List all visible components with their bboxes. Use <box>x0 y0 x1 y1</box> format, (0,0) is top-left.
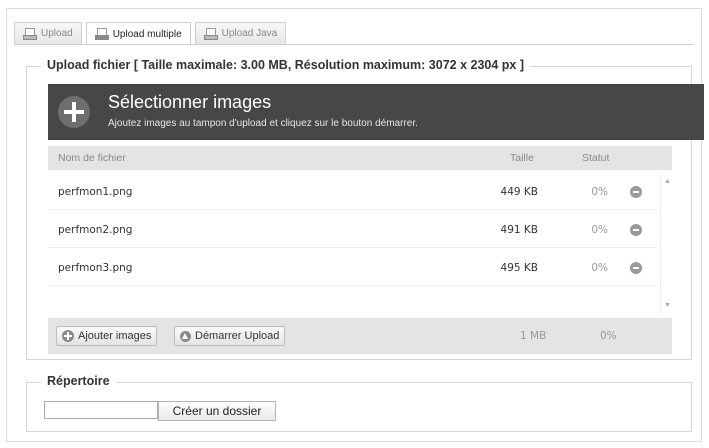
minus-circle-icon[interactable] <box>630 262 642 274</box>
arrow-up-circle-icon <box>180 330 191 342</box>
file-size: 491 KB <box>500 224 538 236</box>
file-status: 0% <box>591 186 608 198</box>
tab-upload[interactable]: Upload <box>14 22 82 44</box>
file-name: perfmon1.png <box>58 186 133 198</box>
column-header-name: Nom de fichier <box>58 152 126 164</box>
upload-legend: Upload fichier [ Taille maximale: 3.00 M… <box>41 58 531 72</box>
minus-circle-icon[interactable] <box>630 186 642 198</box>
tab-upload-multiple-label: Upload multiple <box>112 28 182 40</box>
select-images-title[interactable]: Sélectionner images <box>108 92 271 113</box>
file-list-header: Nom de fichier Taille Statut <box>48 146 672 170</box>
add-images-label: Ajouter images <box>78 330 152 342</box>
file-list-footer: Ajouter images Démarrer Upload 1 MB 0% <box>48 318 672 354</box>
scroll-up-arrow-icon[interactable]: ▲ <box>664 178 671 185</box>
file-list-scrollbar[interactable]: ▲ ▼ <box>660 174 672 314</box>
file-name: perfmon3.png <box>58 262 133 274</box>
plus-icon[interactable] <box>58 96 90 128</box>
total-status: 0% <box>600 330 617 342</box>
directory-name-input[interactable] <box>44 401 158 419</box>
upload-tray-icon <box>94 28 109 40</box>
column-header-status: Statut <box>582 152 610 164</box>
start-upload-label: Démarrer Upload <box>195 330 280 342</box>
file-row: perfmon1.png 449 KB 0% <box>48 174 658 210</box>
upload-tabs: Upload Upload multiple Upload Java <box>14 22 290 45</box>
plus-circle-icon <box>62 330 74 342</box>
create-folder-button[interactable]: Créer un dossier <box>158 401 276 421</box>
column-header-size: Taille <box>510 152 534 164</box>
tab-divider <box>14 44 694 45</box>
file-name: perfmon2.png <box>58 224 133 236</box>
select-images-subtitle: Ajoutez images au tampon d'upload et cli… <box>108 118 418 129</box>
file-row: perfmon2.png 491 KB 0% <box>48 212 658 248</box>
add-images-button[interactable]: Ajouter images <box>56 326 158 346</box>
start-upload-button[interactable]: Démarrer Upload <box>174 326 286 346</box>
file-size: 449 KB <box>500 186 538 198</box>
file-status: 0% <box>591 224 608 236</box>
directory-legend: Répertoire <box>41 374 116 388</box>
tab-upload-java-label: Upload Java <box>221 28 278 39</box>
file-status: 0% <box>591 262 608 274</box>
total-size: 1 MB <box>520 330 547 342</box>
tab-upload-java[interactable]: Upload Java <box>194 22 287 44</box>
tab-upload-multiple[interactable]: Upload multiple <box>85 22 191 45</box>
file-list: perfmon1.png 449 KB 0% perfmon2.png 491 … <box>48 174 672 314</box>
upload-tray-icon <box>23 27 37 40</box>
tab-upload-label: Upload <box>41 28 73 39</box>
scroll-down-arrow-icon[interactable]: ▼ <box>664 302 671 309</box>
minus-circle-icon[interactable] <box>630 224 642 236</box>
file-size: 495 KB <box>500 262 538 274</box>
file-row: perfmon3.png 495 KB 0% <box>48 250 658 286</box>
select-images-header: Sélectionner images Ajoutez images au ta… <box>48 84 704 140</box>
upload-tray-icon <box>203 27 218 40</box>
